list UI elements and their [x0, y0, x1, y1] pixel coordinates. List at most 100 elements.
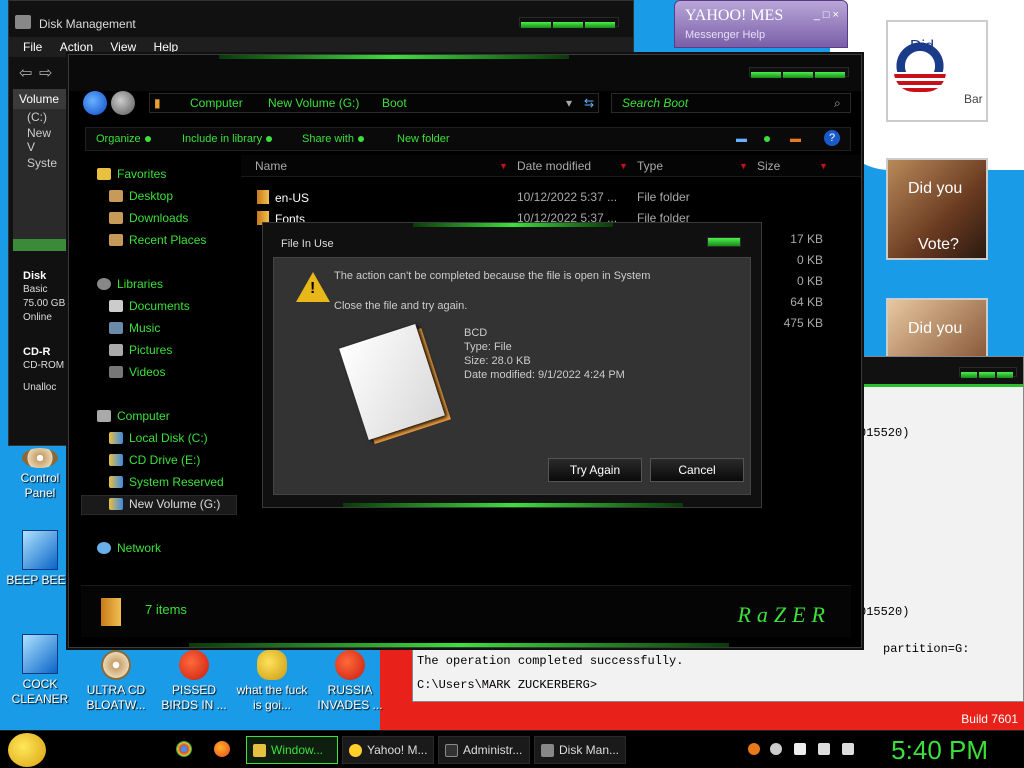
breadcrumb-computer[interactable]: Computer	[190, 96, 243, 110]
search-icon[interactable]: ⌕	[834, 96, 841, 111]
sort-arrow-icon[interactable]: ▼	[499, 161, 508, 171]
nav-libraries[interactable]: Libraries	[97, 277, 163, 291]
yahoo-menu[interactable]: Messenger Help	[685, 29, 765, 41]
help-icon[interactable]: ?	[824, 130, 840, 146]
forward-arrow-icon[interactable]: ⇨	[39, 63, 52, 83]
menu-view[interactable]: View	[110, 40, 136, 54]
start-button[interactable]	[8, 733, 46, 767]
breadcrumb-volume[interactable]: New Volume (G:)	[268, 96, 359, 110]
try-again-button[interactable]: Try Again	[548, 458, 642, 482]
nav-cd-drive-e[interactable]: CD Drive (E:)	[109, 453, 200, 467]
nav-network[interactable]: Network	[97, 541, 161, 555]
horizontal-scrollbar[interactable]	[13, 239, 71, 251]
window-controls[interactable]	[749, 67, 849, 78]
obama-ad[interactable]: Did Bar	[886, 20, 988, 122]
sort-arrow-icon[interactable]: ▼	[819, 161, 828, 171]
volume-row[interactable]: (C:)	[13, 109, 71, 125]
cmd-line: The operation completed successfully.	[417, 654, 684, 668]
window-controls[interactable]	[519, 17, 619, 28]
forward-button[interactable]	[111, 91, 135, 115]
desktop-icon-cock-cleaner[interactable]: COCK CLEANER	[4, 634, 76, 707]
cmd-window-controls[interactable]	[959, 367, 1017, 378]
desktop-icon-beep[interactable]: BEEP BEEP	[4, 530, 76, 588]
taskbar-admin-cmd[interactable]: Administr...	[438, 736, 530, 764]
new-folder-button[interactable]: New folder	[397, 133, 450, 145]
chevron-down-icon[interactable]: ▾	[566, 96, 572, 110]
volume-row[interactable]: Syste	[13, 155, 71, 171]
search-input[interactable]: Search Boot ⌕	[611, 93, 851, 113]
ad-name: Bar	[964, 92, 983, 106]
cancel-button[interactable]: Cancel	[650, 458, 744, 482]
volume-column-header[interactable]: Volume	[13, 89, 71, 109]
column-date[interactable]: Date modified	[517, 159, 591, 173]
explorer-titlebar[interactable]	[69, 55, 861, 91]
clock[interactable]: 5:40 PM	[891, 735, 988, 766]
network-icon[interactable]	[818, 743, 830, 755]
volume-icon[interactable]	[842, 743, 854, 755]
menu-file[interactable]: File	[23, 40, 42, 54]
address-bar[interactable]: ▮ Computer New Volume (G:) Boot ▾ ⇆	[149, 93, 599, 113]
yahoo-window-controls[interactable]: _ □ ×	[814, 9, 839, 21]
downloads-icon	[109, 212, 123, 224]
include-library-button[interactable]: Include in library	[182, 133, 273, 145]
nav-local-disk-c[interactable]: Local Disk (C:)	[109, 431, 208, 445]
nav-videos[interactable]: Videos	[109, 365, 165, 379]
window-title: Disk Management	[39, 17, 136, 31]
volume-row[interactable]: New V	[13, 125, 71, 155]
cmd-line: 015520)	[859, 605, 910, 619]
menu-help[interactable]: Help	[154, 40, 179, 54]
yahoo-messenger-window[interactable]: YAHOO! MES Messenger Help _ □ ×	[674, 0, 848, 48]
back-button[interactable]	[83, 91, 107, 115]
cmd-prompt[interactable]: C:\Users\MARK ZUCKERBERG>	[417, 679, 597, 691]
nav-music[interactable]: Music	[109, 321, 160, 335]
taskbar-windows-explorer[interactable]: Window...	[246, 736, 338, 764]
taskbar-disk-management[interactable]: Disk Man...	[534, 736, 626, 764]
vote-ad-3[interactable]: Did you	[886, 298, 988, 358]
refresh-icon[interactable]: ⇆	[584, 96, 594, 110]
nav-desktop[interactable]: Desktop	[109, 189, 173, 203]
share-with-button[interactable]: Share with	[302, 133, 364, 145]
computer-icon	[97, 410, 111, 422]
search-icon[interactable]	[748, 743, 760, 755]
sort-arrow-icon[interactable]: ▼	[739, 161, 748, 171]
firefox-icon[interactable]	[214, 741, 230, 757]
desktop-icon-russia[interactable]: RUSSIA INVADES ...	[314, 650, 386, 713]
column-size[interactable]: Size	[757, 159, 780, 173]
file-in-use-dialog[interactable]: File In Use ! The action can't be comple…	[262, 222, 762, 508]
nav-computer[interactable]: Computer	[97, 409, 170, 423]
nav-documents[interactable]: Documents	[109, 299, 190, 313]
chrome-icon[interactable]	[176, 741, 192, 757]
cdrom-type: CD-ROM	[23, 360, 65, 371]
menu-action[interactable]: Action	[60, 40, 93, 54]
beep-icon	[22, 530, 58, 570]
taskbar-yahoo[interactable]: Yahoo! M...	[342, 736, 434, 764]
file-date: Date modified: 9/1/2022 4:24 PM	[464, 369, 625, 381]
desktop-icon-control-panel[interactable]: Control Panel	[4, 448, 76, 501]
preview-pane-icon[interactable]: ▬	[790, 133, 801, 145]
breadcrumb-boot[interactable]: Boot	[382, 96, 407, 110]
nav-system-reserved[interactable]: System Reserved	[109, 475, 224, 489]
sort-arrow-icon[interactable]: ▼	[619, 161, 628, 171]
nav-favorites[interactable]: Favorites	[97, 167, 166, 181]
column-type[interactable]: Type	[637, 159, 663, 173]
organize-button[interactable]: Organize	[96, 133, 151, 145]
vote-ad[interactable]: Did you Vote?	[886, 158, 988, 260]
file-row-size: 475 KB	[783, 316, 823, 330]
desktop-icon-birds[interactable]: PISSED BIRDS IN ...	[158, 650, 230, 713]
desktop-icon-what[interactable]: what the fuck is goi...	[236, 650, 308, 713]
nav-recent-places[interactable]: Recent Places	[109, 233, 206, 247]
close-button[interactable]	[707, 237, 741, 247]
flag-icon[interactable]	[794, 743, 806, 755]
nav-downloads[interactable]: Downloads	[109, 211, 188, 225]
desktop-icon	[109, 190, 123, 202]
column-name[interactable]: Name	[255, 159, 287, 173]
views-icon[interactable]: ▬	[736, 133, 747, 145]
back-arrow-icon[interactable]: ⇦	[19, 63, 32, 83]
file-row-name[interactable]: en-US	[257, 190, 309, 205]
desktop-icon-ultra-cd[interactable]: ULTRA CD BLOATW...	[80, 650, 152, 713]
minus-icon[interactable]	[770, 743, 782, 755]
nav-new-volume-g[interactable]: New Volume (G:)	[109, 497, 220, 511]
views-menu[interactable]	[760, 133, 770, 145]
cd-drive-icon	[109, 454, 123, 466]
nav-pictures[interactable]: Pictures	[109, 343, 172, 357]
